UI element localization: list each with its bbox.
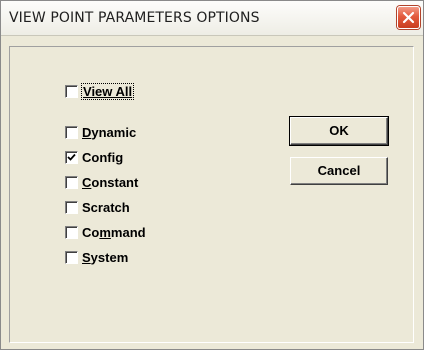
dynamic-checkbox[interactable]	[65, 125, 78, 139]
dialog-window: VIEW POINT PARAMETERS OPTIONS View All D…	[0, 0, 424, 350]
config-checkbox-row[interactable]: Config	[65, 149, 123, 165]
scratch-checkbox-row[interactable]: Scratch	[65, 199, 130, 215]
dynamic-checkbox-row[interactable]: Dynamic	[65, 124, 136, 140]
command-label: Command	[82, 224, 146, 240]
system-checkbox-row[interactable]: System	[65, 249, 128, 265]
window-title: VIEW POINT PARAMETERS OPTIONS	[9, 10, 260, 26]
config-label: Config	[82, 149, 124, 165]
ok-button[interactable]: OK	[289, 116, 389, 146]
title-bar[interactable]: VIEW POINT PARAMETERS OPTIONS	[1, 1, 423, 36]
command-checkbox-row[interactable]: Command	[65, 224, 146, 240]
view-all-checkbox[interactable]	[65, 84, 78, 98]
constant-label: Constant	[82, 174, 139, 190]
view-all-label: View All	[80, 82, 135, 100]
close-icon	[402, 11, 415, 24]
system-label: System	[82, 249, 129, 265]
system-checkbox[interactable]	[65, 250, 78, 264]
options-panel: View All Dynamic Config Constant Scratch…	[9, 46, 414, 343]
close-button[interactable]	[397, 6, 420, 29]
constant-checkbox-row[interactable]: Constant	[65, 174, 138, 190]
constant-checkbox[interactable]	[65, 175, 78, 189]
dynamic-label: Dynamic	[82, 124, 137, 140]
command-checkbox[interactable]	[65, 225, 78, 239]
scratch-label: Scratch	[82, 199, 130, 215]
cancel-button[interactable]: Cancel	[290, 157, 388, 185]
view-all-checkbox-row[interactable]: View All	[65, 82, 135, 100]
scratch-checkbox[interactable]	[65, 200, 78, 214]
config-checkbox[interactable]	[65, 150, 78, 164]
